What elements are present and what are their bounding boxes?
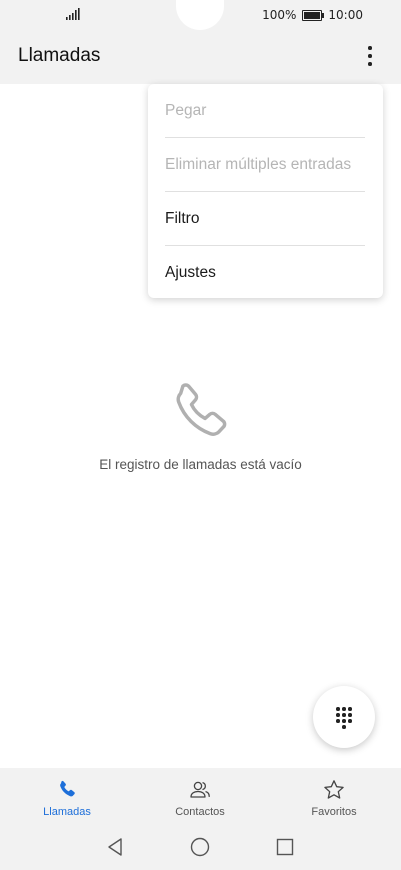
battery-percent: 100% [262,8,297,22]
home-icon[interactable] [190,837,210,857]
overflow-menu: Pegar Eliminar múltiples entradas Filtro… [148,84,383,298]
battery-icon [302,9,325,21]
bottom-navigation: Llamadas Contactos Favoritos [0,768,401,870]
tab-favoritos[interactable]: Favoritos [279,778,389,824]
back-icon[interactable] [106,837,124,857]
more-options-icon[interactable] [360,44,378,70]
tab-label: Favoritos [311,806,357,818]
contacts-icon [190,781,210,798]
empty-state-message: El registro de llamadas está vacío [99,457,302,472]
tab-llamadas[interactable]: Llamadas [12,778,122,824]
menu-item-eliminar-multiples[interactable]: Eliminar múltiples entradas [165,138,365,192]
status-right: 100% 10:00 [262,8,363,22]
signal-icon [66,8,80,20]
phone-icon [60,780,75,797]
star-icon [324,780,344,799]
recents-icon[interactable] [276,838,294,856]
tab-label: Contactos [175,806,225,818]
tab-label: Llamadas [43,806,91,818]
phone-icon [176,383,227,436]
camera-notch [176,0,224,30]
tab-contactos[interactable]: Contactos [145,778,255,824]
menu-item-filtro[interactable]: Filtro [165,192,365,246]
clock: 10:00 [328,8,363,22]
top-bar: 100% 10:00 Llamadas [0,0,401,84]
menu-item-pegar[interactable]: Pegar [165,84,365,138]
dialpad-button[interactable] [313,686,375,748]
page-title: Llamadas [18,45,101,66]
menu-item-ajustes[interactable]: Ajustes [165,246,365,300]
